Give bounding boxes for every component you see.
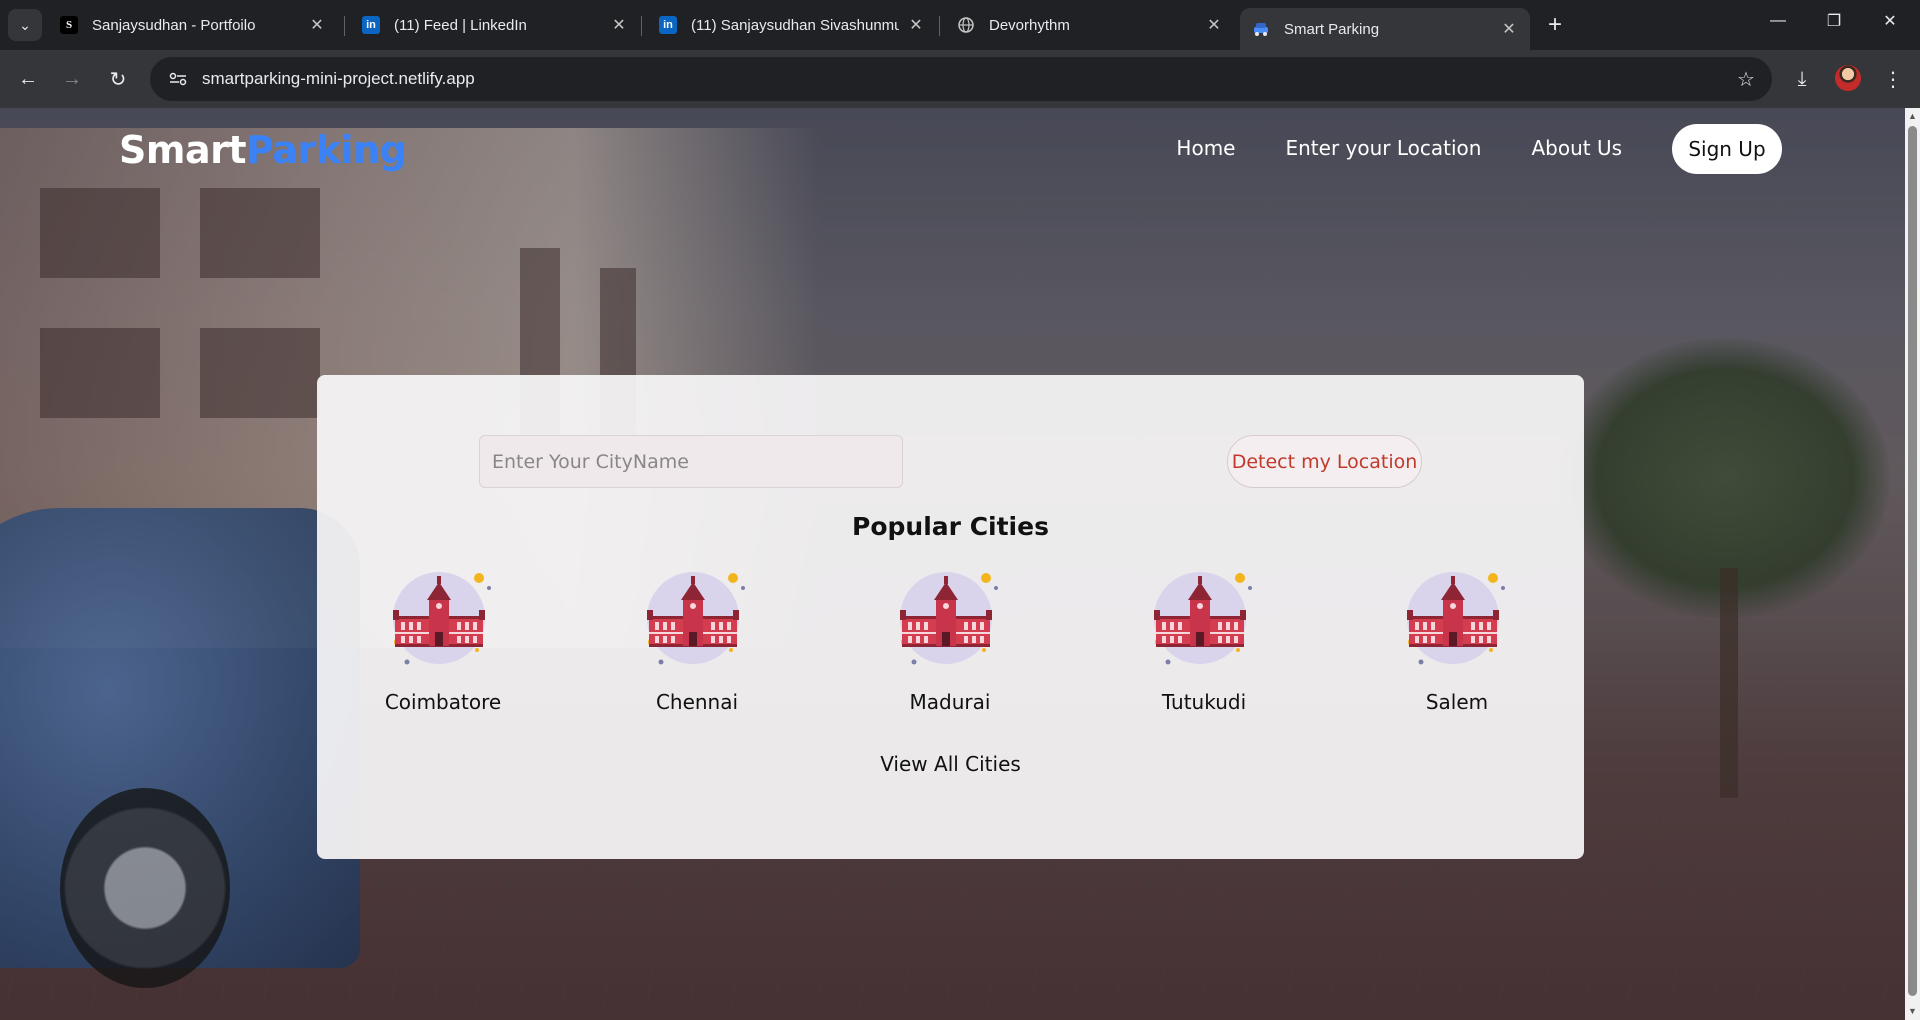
nav-home[interactable]: Home <box>1176 136 1235 160</box>
tab-smart-parking[interactable]: Smart Parking ✕ <box>1240 8 1530 50</box>
parking-icon <box>1252 20 1270 38</box>
city-name: Chennai <box>655 690 739 714</box>
back-icon[interactable]: ← <box>12 63 44 95</box>
city-landmark-icon <box>900 572 998 665</box>
tab-separator <box>641 16 642 36</box>
tab-portfolio[interactable]: S Sanjaysudhan - Portfoilo ✕ <box>48 8 338 42</box>
scroll-up-icon[interactable]: ▲ <box>1908 112 1917 121</box>
new-tab-button[interactable]: + <box>1542 11 1568 38</box>
view-all-cities-link[interactable]: View All Cities <box>317 752 1584 776</box>
tab-devorhythm[interactable]: Devorhythm ✕ <box>945 8 1235 42</box>
forward-icon[interactable]: → <box>56 63 88 95</box>
city-landmark-icon <box>1154 572 1252 665</box>
download-icon[interactable]: ⤓ <box>1786 63 1818 95</box>
close-icon[interactable]: ✕ <box>1500 20 1518 38</box>
browser-toolbar: ← → ↻ smartparking-mini-project.netlify.… <box>0 50 1920 108</box>
nav-about-us[interactable]: About Us <box>1531 136 1622 160</box>
close-icon[interactable]: ✕ <box>907 16 925 34</box>
tab-linkedin-feed[interactable]: in (11) Feed | LinkedIn ✕ <box>350 8 640 42</box>
address-bar[interactable]: smartparking-mini-project.netlify.app ☆ <box>150 57 1772 101</box>
background-window <box>200 328 320 418</box>
scroll-down-icon[interactable]: ▼ <box>1908 1007 1917 1016</box>
location-card: Detect my Location Popular Cities Coimba… <box>317 375 1584 859</box>
profile-avatar[interactable] <box>1835 65 1861 91</box>
reload-icon[interactable]: ↻ <box>102 63 134 95</box>
menu-kebab-icon[interactable]: ⋮ <box>1877 63 1909 95</box>
city-search-input[interactable] <box>479 435 903 488</box>
page-scrollbar[interactable]: ▲ ▼ <box>1905 108 1920 1020</box>
brand-part-1: Smart <box>119 128 247 172</box>
background-window <box>40 188 160 278</box>
popular-cities-list: Coimbatore Chennai Madurai Tutukudi Sale… <box>317 570 1584 714</box>
linkedin-icon: in <box>362 16 380 34</box>
close-icon[interactable]: ✕ <box>610 16 628 34</box>
restore-icon[interactable]: ❐ <box>1806 0 1862 42</box>
bookmark-star-icon[interactable]: ☆ <box>1728 67 1764 92</box>
tab-search-button[interactable]: ⌄ <box>8 9 42 41</box>
scrollbar-thumb[interactable] <box>1908 126 1917 996</box>
brand-logo[interactable]: SmartParking <box>119 128 407 172</box>
popular-cities-heading: Popular Cities <box>852 512 1049 541</box>
city-tutukudi[interactable]: Tutukudi <box>1124 570 1284 714</box>
city-madurai[interactable]: Madurai <box>870 570 1030 714</box>
city-coimbatore[interactable]: Coimbatore <box>363 570 523 714</box>
city-name: Coimbatore <box>384 690 502 714</box>
page-viewport: SmartParking Home Enter your Location Ab… <box>0 108 1905 1020</box>
tab-strip: ⌄ S Sanjaysudhan - Portfoilo ✕ in (11) F… <box>0 0 1920 50</box>
window-close-icon[interactable]: ✕ <box>1862 0 1918 42</box>
city-chennai[interactable]: Chennai <box>617 570 777 714</box>
close-icon[interactable]: ✕ <box>308 16 326 34</box>
city-landmark-icon <box>1407 572 1505 665</box>
minimize-icon[interactable]: — <box>1750 0 1806 42</box>
background-window <box>200 188 320 278</box>
tab-separator <box>344 16 345 36</box>
city-name: Tutukudi <box>1161 690 1247 714</box>
city-landmark-icon <box>647 572 745 665</box>
url-text[interactable]: smartparking-mini-project.netlify.app <box>202 69 1728 89</box>
background-window <box>40 328 160 418</box>
tab-title: Devorhythm <box>989 16 1070 34</box>
city-name: Salem <box>1425 690 1489 714</box>
linkedin-icon: in <box>659 16 677 34</box>
tab-title: Sanjaysudhan - Portfoilo <box>92 16 256 34</box>
city-landmark-icon <box>393 572 491 665</box>
tab-title: Smart Parking <box>1284 20 1380 38</box>
main-nav: Home Enter your Location About Us <box>1176 123 1622 173</box>
chevron-down-icon: ⌄ <box>19 16 31 33</box>
city-name: Madurai <box>909 690 991 714</box>
tab-separator <box>939 16 940 36</box>
tab-linkedin-profile[interactable]: in (11) Sanjaysudhan Sivashunmug ✕ <box>647 8 937 42</box>
background-tree-trunk <box>1720 568 1738 798</box>
portfolio-favicon-icon: S <box>60 16 78 34</box>
nav-enter-location[interactable]: Enter your Location <box>1285 136 1481 160</box>
globe-icon <box>957 16 975 34</box>
brand-part-2: Parking <box>246 128 407 172</box>
sign-up-button[interactable]: Sign Up <box>1672 124 1782 174</box>
city-salem[interactable]: Salem <box>1377 570 1537 714</box>
tab-title: (11) Feed | LinkedIn <box>394 16 527 34</box>
tab-title: (11) Sanjaysudhan Sivashunmug <box>691 16 899 34</box>
detect-location-button[interactable]: Detect my Location <box>1227 435 1422 488</box>
close-icon[interactable]: ✕ <box>1205 16 1223 34</box>
background-car-wheel <box>60 788 230 988</box>
site-settings-icon[interactable] <box>160 72 196 86</box>
